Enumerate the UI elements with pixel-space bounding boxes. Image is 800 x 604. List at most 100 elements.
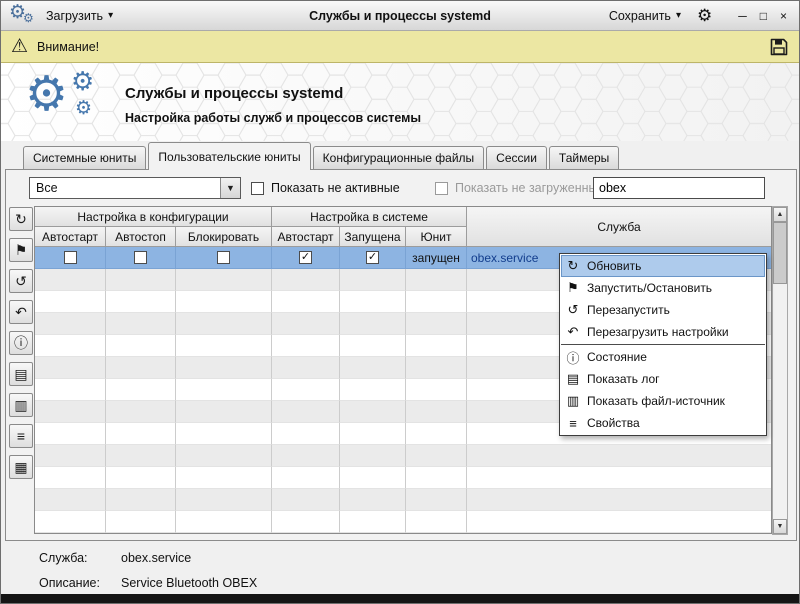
reload-config-icon: ↶ (15, 304, 27, 321)
window-bottom-edge (1, 594, 799, 603)
refresh-icon: ↻ (565, 258, 581, 274)
show-source-icon: ▥ (14, 397, 27, 414)
column-header-sys-running: Запущена (340, 227, 406, 247)
scroll-up-button[interactable]: ▲ (773, 207, 787, 222)
group-header-config: Настройка в конфигурации (35, 207, 272, 227)
tab-sessions[interactable]: Сессии (486, 146, 547, 169)
show-source-button[interactable]: ▥ (9, 393, 33, 417)
app-logo-gears: ⚙ ⚙ ⚙ (25, 69, 121, 137)
chevron-down-icon: ▾ (676, 10, 681, 21)
warning-icon: ⚠ (11, 37, 28, 56)
table-row-empty (35, 511, 771, 533)
show-inactive-checkbox[interactable] (251, 182, 264, 195)
menu-item-properties[interactable]: ≡ Свойства (561, 412, 765, 434)
restart-icon: ↺ (15, 273, 27, 290)
save-menu-label: Сохранить (609, 9, 671, 23)
vertical-scrollbar[interactable]: ▲ ▼ (772, 206, 788, 535)
show-log-button[interactable]: ▤ (9, 362, 33, 386)
cfg-autostop-checkbox[interactable] (134, 251, 147, 264)
show-inactive-label: Показать не активные (271, 181, 400, 195)
properties-icon: ≡ (17, 428, 25, 444)
save-file-button[interactable] (769, 37, 789, 57)
service-name-link[interactable]: obex.service (471, 251, 538, 265)
restart-button[interactable]: ↺ (9, 269, 33, 293)
tab-timers[interactable]: Таймеры (549, 146, 619, 169)
tab-config-files[interactable]: Конфигурационные файлы (313, 146, 484, 169)
column-header-cfg-autostart: Автостарт (35, 227, 106, 247)
load-menu-button[interactable]: Загрузить ▾ (46, 9, 113, 23)
properties-icon: ≡ (565, 416, 581, 431)
app-window: Службы и процессы systemd ⚙ ⚙ Загрузить … (0, 0, 800, 604)
tab-user-units[interactable]: Пользовательские юниты (148, 142, 310, 170)
show-inactive-filter[interactable]: Показать не активные (251, 177, 400, 199)
menu-item-refresh[interactable]: ↻ Обновить (561, 255, 765, 277)
menu-item-restart[interactable]: ↺ Перезапустить (561, 299, 765, 321)
refresh-icon: ↻ (15, 211, 27, 228)
reload-config-icon: ↶ (565, 324, 581, 340)
minimize-button[interactable]: ─ (738, 9, 747, 23)
titlebar: Службы и процессы systemd ⚙ ⚙ Загрузить … (1, 1, 799, 31)
unit-filter-select[interactable]: Все ▼ (29, 177, 241, 199)
action-toolbar: ↻ ⚑ ↺ ↶ ⓘ ▤ ▥ ≡ ▦ (9, 207, 33, 479)
show-log-icon: ▤ (565, 371, 581, 387)
column-header-unit: Юнит (406, 227, 467, 247)
load-menu-label: Загрузить (46, 9, 103, 23)
show-unloaded-label: Показать не загруженные (455, 181, 604, 195)
menu-item-show-log[interactable]: ▤ Показать лог (561, 368, 765, 390)
sys-autostart-checkbox[interactable] (299, 251, 312, 264)
column-header-cfg-block: Блокировать (176, 227, 272, 247)
properties-button[interactable]: ≡ (9, 424, 33, 448)
column-header-sys-autostart: Автостарт (272, 227, 340, 247)
warning-label: Внимание! (37, 40, 99, 54)
window-controls: ─ □ × (738, 9, 787, 23)
close-button[interactable]: × (780, 9, 787, 23)
settings-gear-button[interactable]: ⚙ (697, 7, 712, 24)
description-label: Описание: (39, 576, 121, 590)
cfg-block-checkbox[interactable] (217, 251, 230, 264)
status-button[interactable]: ⓘ (9, 331, 33, 355)
unit-list-button[interactable]: ▦ (9, 455, 33, 479)
scrollbar-thumb[interactable] (773, 222, 787, 284)
refresh-button[interactable]: ↻ (9, 207, 33, 231)
show-log-icon: ▤ (14, 366, 27, 383)
start-stop-icon: ⚑ (15, 242, 28, 259)
tab-system-units[interactable]: Системные юниты (23, 146, 146, 169)
show-unloaded-checkbox (435, 182, 448, 195)
menu-item-reload-config[interactable]: ↶ Перезагрузить настройки (561, 321, 765, 343)
status-icon: ⓘ (565, 348, 581, 367)
app-gears-icon: ⚙ ⚙ (9, 4, 36, 28)
restart-icon: ↺ (565, 302, 581, 318)
menu-item-status[interactable]: ⓘ Состояние (561, 346, 765, 368)
warning-bar: ⚠ Внимание! (1, 31, 799, 63)
table-row-empty (35, 445, 771, 467)
service-label: Служба: (39, 551, 121, 565)
description-value: Service Bluetooth OBEX (121, 576, 257, 590)
scroll-down-button[interactable]: ▼ (773, 519, 787, 534)
table-row-empty (35, 489, 771, 511)
sys-running-checkbox[interactable] (366, 251, 379, 264)
column-header-cfg-autostop: Автостоп (106, 227, 176, 247)
tab-bar: Системные юниты Пользовательские юниты К… (1, 141, 799, 169)
cfg-autostart-checkbox[interactable] (64, 251, 77, 264)
dropdown-arrow-icon[interactable]: ▼ (220, 178, 240, 198)
page-title: Службы и процессы systemd (125, 85, 343, 102)
detail-panel: Служба: obex.service Описание: Service B… (39, 545, 257, 595)
maximize-button[interactable]: □ (760, 9, 767, 23)
unit-filter-value: Все (30, 181, 220, 195)
status-icon: ⓘ (14, 333, 28, 353)
unit-state-cell: запущен (406, 247, 467, 269)
chevron-down-icon: ▾ (108, 10, 113, 21)
search-input[interactable] (593, 177, 765, 199)
menu-item-show-source[interactable]: ▥ Показать файл-источник (561, 390, 765, 412)
start-stop-icon: ⚑ (565, 280, 581, 296)
unit-list-icon: ▦ (14, 459, 27, 476)
reload-config-button[interactable]: ↶ (9, 300, 33, 324)
floppy-save-icon (769, 37, 789, 57)
start-stop-button[interactable]: ⚑ (9, 238, 33, 262)
group-header-system: Настройка в системе (272, 207, 467, 227)
menu-separator (561, 344, 765, 345)
table-row-empty (35, 467, 771, 489)
menu-item-start-stop[interactable]: ⚑ Запустить/Остановить (561, 277, 765, 299)
table-header: Настройка в конфигурации Настройка в сис… (35, 207, 771, 247)
save-menu-button[interactable]: Сохранить ▾ (609, 9, 681, 23)
